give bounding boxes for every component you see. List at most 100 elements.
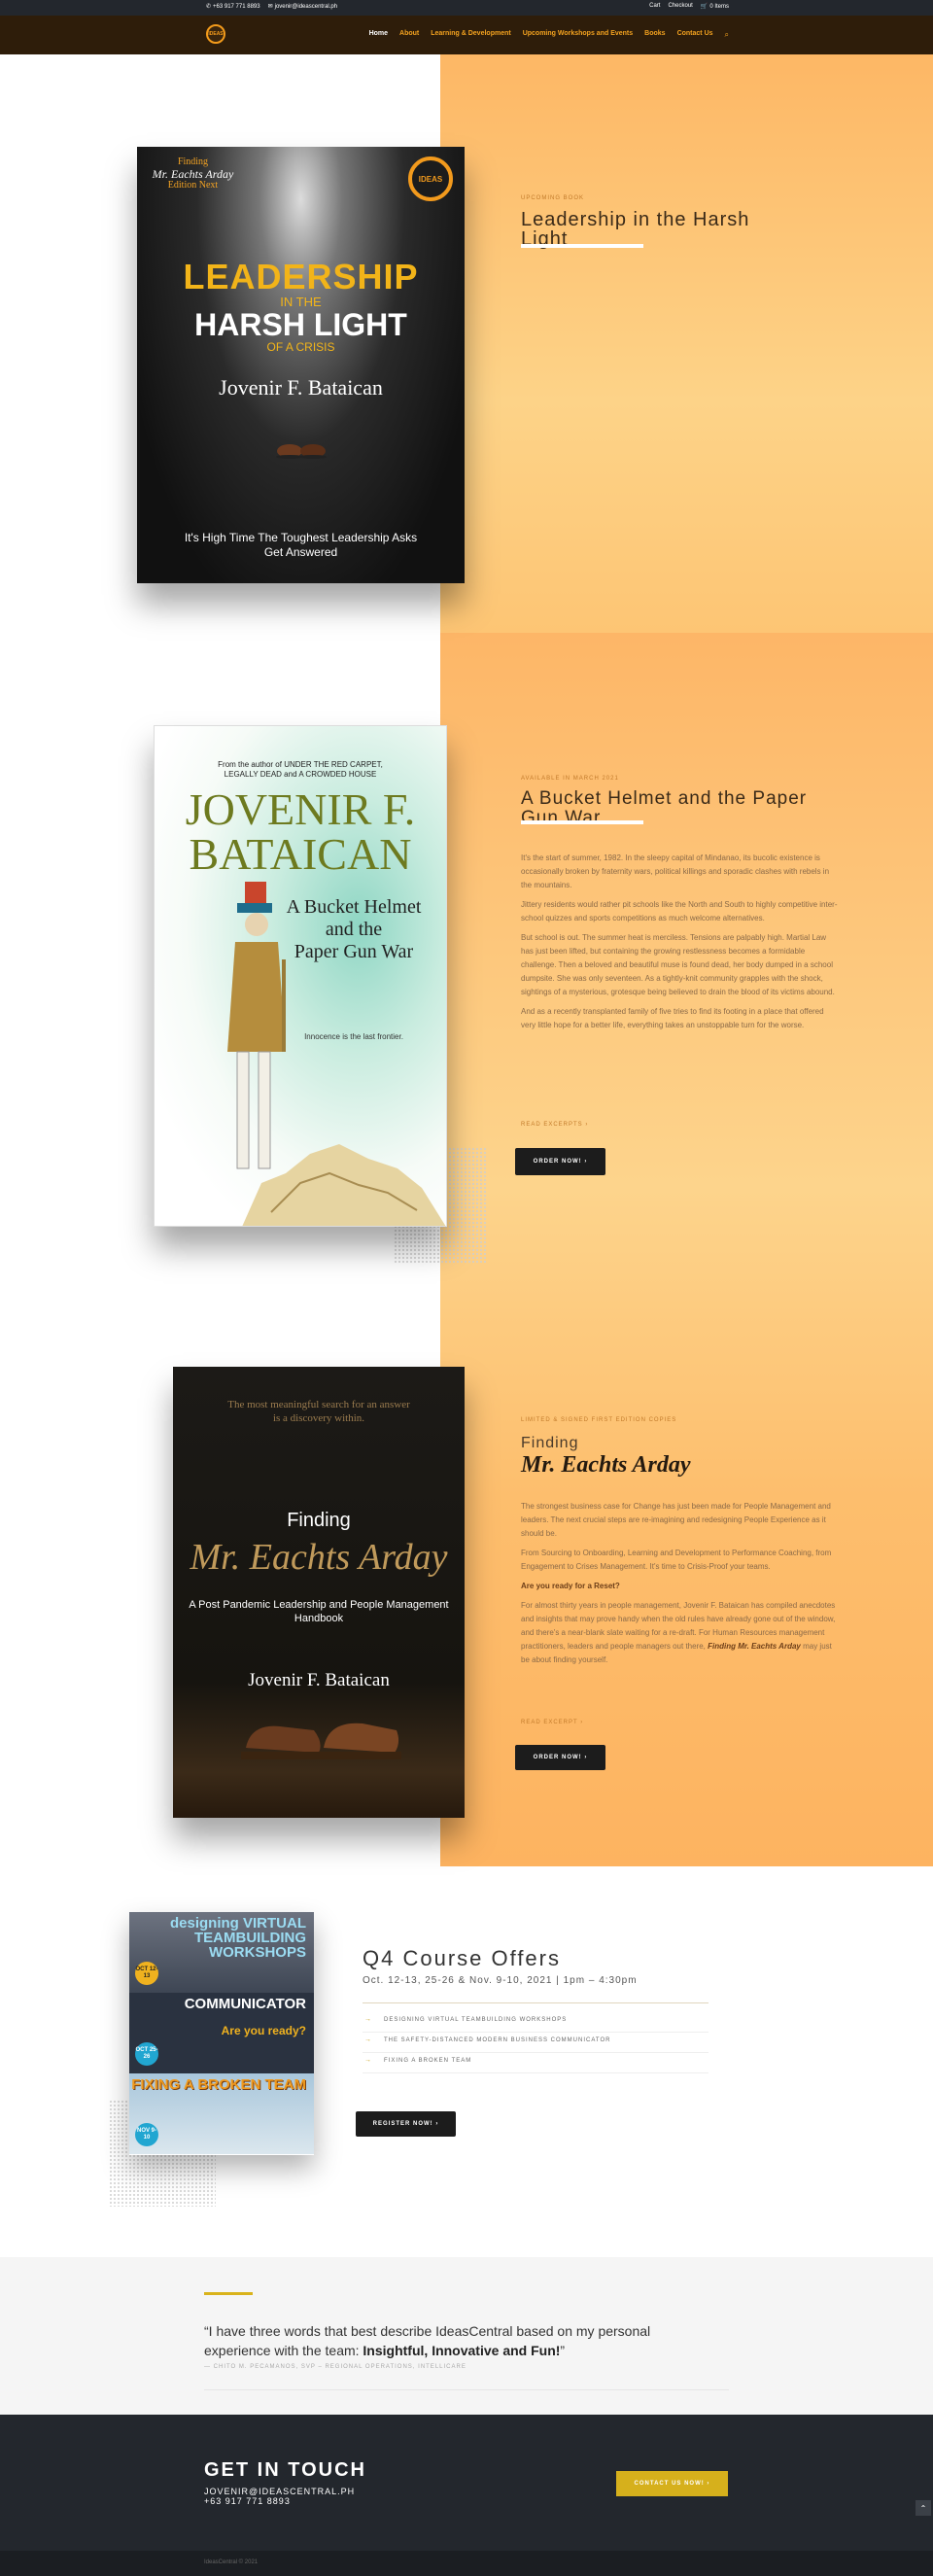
book2-cover[interactable]: From the author of UNDER THE RED CARPET,… — [154, 725, 447, 1227]
book2-read-excerpts-link[interactable]: READ EXCERPTS › — [521, 1122, 588, 1128]
cover-quote-2: is a discovery within. — [272, 1412, 365, 1424]
book1-title: Leadership in the Harsh Light — [521, 209, 750, 250]
book2-title-underline — [521, 820, 643, 824]
cart-items-text: 0 Items — [709, 4, 729, 10]
contact-email[interactable]: JOVENIR@IDEASCENTRAL.PH — [204, 2487, 355, 2496]
cover-from-2: LEGALLY DEAD and A CROWDED HOUSE — [224, 770, 377, 779]
cover-sub-2: Handbook — [294, 1613, 344, 1624]
cover-title-1: A Bucket Helmet — [286, 896, 422, 918]
book2-description: It's the start of summer, 1982. In the s… — [521, 852, 840, 1038]
top-bar: ✆ +63 917 771 8893 ✉ jovenir@ideascentral.… — [0, 0, 933, 16]
courses-dates: Oct. 12-13, 25-26 & Nov. 9-10, 2021 | 1p… — [363, 1975, 638, 1986]
cover-author-name: JOVENIR F. BATAICAN — [155, 787, 446, 877]
cover-author: Jovenir F. Bataican — [248, 1670, 390, 1690]
shoes-illustration — [276, 444, 327, 459]
cart-items-link[interactable]: 🛒 0 Items — [701, 3, 729, 10]
phone-text: +63 917 771 8893 — [213, 4, 260, 10]
cover-name-1: JOVENIR F. — [185, 784, 416, 834]
book3-para-3-em: Finding Mr. Eachts Arday — [708, 1642, 801, 1651]
book2-para-4: And as a recently transplanted family of… — [521, 1007, 824, 1029]
search-icon[interactable]: ⌕ — [725, 30, 729, 40]
book2-order-label: ORDER NOW! — [533, 1159, 582, 1165]
book2-read-label: READ EXCERPTS — [521, 1122, 583, 1128]
register-label: REGISTER NOW! — [372, 2121, 433, 2127]
primary-menu: Home About Learning & Development Upcomi… — [369, 30, 729, 40]
testimonial-section: “I have three words that best describe I… — [0, 2257, 933, 2415]
testimonial-author: — CHITO M. PECAMANOS, SVP – REGIONAL OPE… — [204, 2364, 466, 2370]
cart-icon: 🛒 — [700, 4, 708, 10]
email-text: jovenir@ideascentral.ph — [274, 4, 338, 10]
course-item: THE SAFETY-DISTANCED MODERN BUSINESS COM… — [363, 2033, 708, 2053]
checkout-link[interactable]: Checkout — [668, 3, 692, 10]
site-logo[interactable]: IDEAS — [206, 24, 225, 44]
panel1-date-badge: OCT 12-13 — [135, 1962, 158, 1985]
book3-cover[interactable]: The most meaningful search for an answer… — [173, 1367, 465, 1818]
cover-name-2: BATAICAN — [189, 829, 412, 879]
shoes-illustration — [241, 1723, 401, 1759]
cover-author: Jovenir F. Bataican — [219, 375, 383, 400]
courses-title: Q4 Course Offers — [363, 1946, 561, 1970]
course-item: FIXING A BROKEN TEAM — [363, 2053, 708, 2073]
quote-highlight: Insightful, Innovative and Fun! — [363, 2343, 561, 2358]
cover-finding: Finding — [177, 157, 209, 167]
book3-order-button[interactable]: ORDER NOW! › — [515, 1745, 605, 1770]
book3-eyebrow: LIMITED & SIGNED FIRST EDITION COPIES — [521, 1417, 677, 1423]
book3-read-excerpt-link[interactable]: READ EXCERPT › — [521, 1720, 583, 1725]
book3-para-2: From Sourcing to Onboarding, Learning an… — [521, 1549, 832, 1571]
cover-from-text: From the author of UNDER THE RED CARPET,… — [155, 760, 446, 780]
email-icon: ✉ — [267, 4, 273, 10]
book1-title-underline — [521, 244, 643, 248]
cover-title: A Bucket Helmet and the Paper Gun War — [271, 896, 436, 963]
cover-tagline: It's High Time The Toughest Leadership A… — [137, 531, 465, 560]
testimonial-accent-bar — [204, 2292, 253, 2295]
contact-phone[interactable]: +63 917 771 8893 — [204, 2496, 291, 2506]
book1-background — [440, 54, 933, 633]
book1-eyebrow: UPCOMING BOOK — [521, 195, 585, 201]
rubble-illustration — [242, 1144, 446, 1226]
nav-home[interactable]: Home — [369, 30, 388, 40]
nav-contact[interactable]: Contact Us — [677, 30, 713, 40]
book2-order-button[interactable]: ORDER NOW! › — [515, 1148, 605, 1175]
cover-signature: Mr. Eachts Arday — [152, 167, 234, 181]
panel2-subheading: Are you ready? — [221, 2024, 306, 2037]
contact-us-button[interactable]: CONTACT US NOW! › — [616, 2471, 728, 2496]
nav-books[interactable]: Books — [644, 30, 665, 40]
book2-para-2: Jittery residents would rather pit schoo… — [521, 900, 838, 922]
cover-edition: Edition Next — [167, 180, 219, 191]
book3-para-1: The strongest business case for Change h… — [521, 1502, 831, 1538]
panel3-heading: FIXING A BROKEN TEAM — [131, 2076, 306, 2093]
cover-quote: The most meaningful search for an answer… — [173, 1398, 465, 1425]
cover-edition-note: Finding Mr. Eachts Arday Edition Next — [147, 157, 239, 191]
cover-line4: OF A CRISIS — [266, 340, 335, 354]
courses-divider — [363, 2002, 708, 2003]
phone-contact[interactable]: ✆ +63 917 771 8893 — [206, 3, 260, 10]
main-nav: IDEAS Home About Learning & Development … — [0, 16, 933, 54]
cover-finding-word: Finding — [287, 1510, 351, 1531]
register-button[interactable]: REGISTER NOW! › — [356, 2111, 456, 2137]
nav-learning[interactable]: Learning & Development — [431, 30, 510, 40]
course-panel-communicator: COMMUNICATOR Are you ready? OCT 25-26 — [129, 1993, 314, 2073]
cover-line3: HARSH LIGHT — [194, 307, 407, 342]
book3-para-3: For almost thirty years in people manage… — [521, 1599, 840, 1667]
cart-link[interactable]: Cart — [649, 3, 660, 10]
course-promo-image[interactable]: designing VIRTUAL TEAMBUILDING WORKSHOPS… — [129, 1912, 314, 2155]
ideas-badge-logo: IDEAS — [408, 157, 453, 201]
contact-section: GET IN TOUCH JOVENIR@IDEASCENTRAL.PH +63… — [0, 2415, 933, 2551]
back-to-top-icon[interactable]: ⌃ — [916, 2500, 931, 2516]
nav-workshops[interactable]: Upcoming Workshops and Events — [523, 30, 633, 40]
book1-cover[interactable]: Finding Mr. Eachts Arday Edition Next ID… — [137, 147, 465, 583]
cover-tagline-2: Get Answered — [263, 545, 338, 559]
book2-para-1: It's the start of summer, 1982. In the s… — [521, 853, 830, 889]
email-contact[interactable]: ✉ jovenir@ideascentral.ph — [268, 3, 338, 10]
contact-heading: GET IN TOUCH — [204, 2459, 366, 2481]
cover-title-2: and the — [325, 919, 383, 940]
course-item: DESIGNING VIRTUAL TEAMBUILDING WORKSHOPS — [363, 2012, 708, 2033]
book3-bold-line: Are you ready for a Reset? — [521, 1582, 620, 1590]
cover-subtitle: A Post Pandemic Leadership and People Ma… — [173, 1598, 465, 1625]
book3-description: The strongest business case for Change h… — [521, 1500, 840, 1673]
book2-para-3: But school is out. The summer heat is me… — [521, 933, 835, 996]
testimonial-divider — [204, 2389, 729, 2390]
panel2-heading: COMMUNICATOR — [184, 1996, 306, 2012]
cover-slogan: Innocence is the last frontier. — [304, 1032, 403, 1041]
nav-about[interactable]: About — [399, 30, 419, 40]
